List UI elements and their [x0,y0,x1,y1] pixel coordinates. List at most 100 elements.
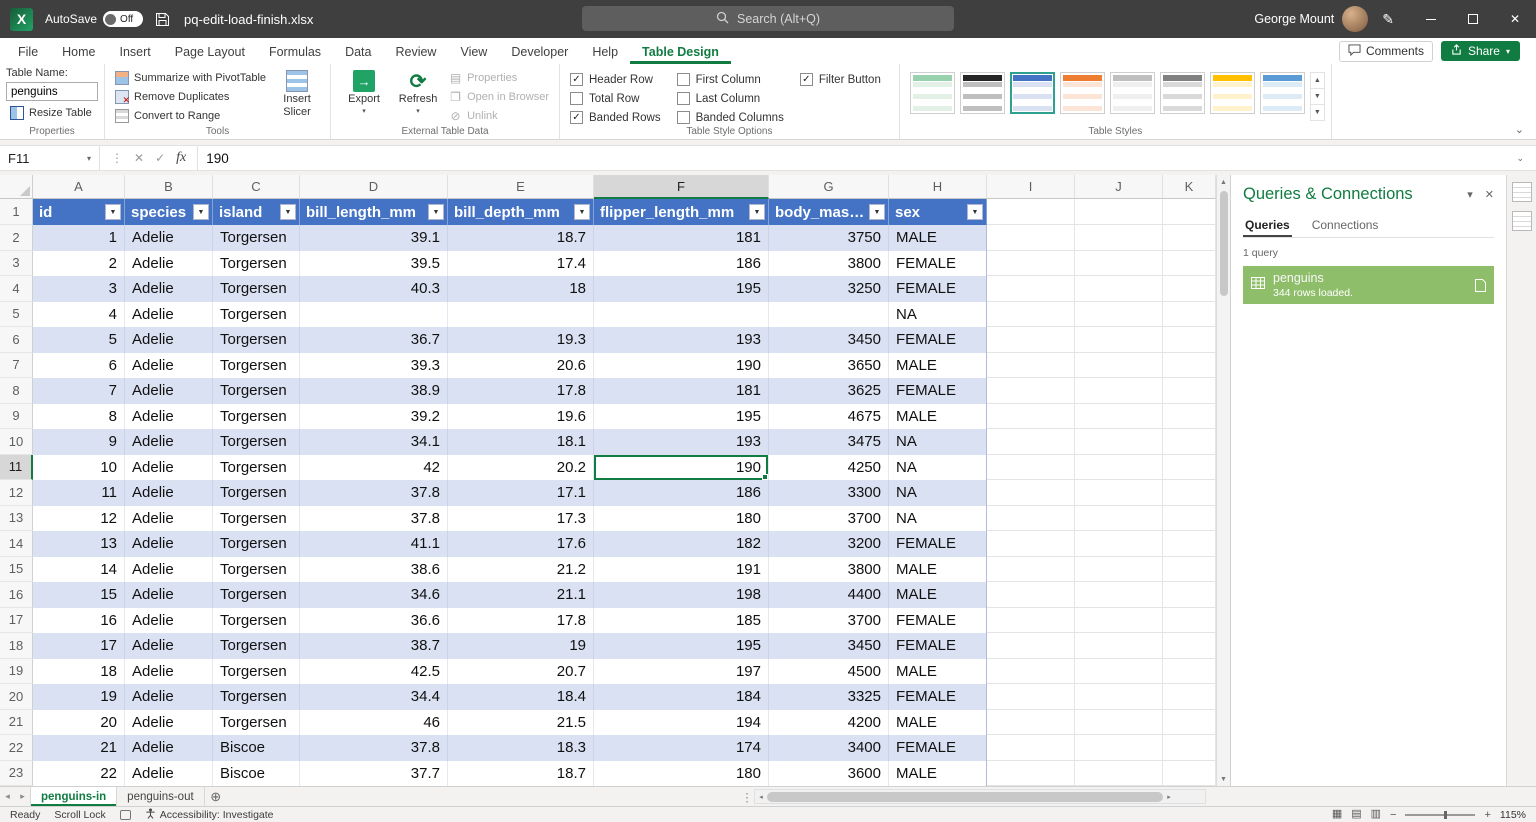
cell-E12[interactable]: 17.1 [448,480,594,506]
empty-cell[interactable] [1163,735,1216,761]
empty-cell[interactable] [1075,327,1163,353]
empty-cell[interactable] [987,633,1075,659]
gallery-scroll-up-icon[interactable]: ▲ [1311,73,1324,89]
task-pane-toggle-icon-2[interactable] [1512,211,1532,231]
cell-H8[interactable]: FEMALE [889,378,987,404]
tab-connections[interactable]: Connections [1310,218,1381,237]
name-box[interactable]: F11 ▾ [0,146,100,170]
cell-A10[interactable]: 9 [33,429,125,455]
empty-cell[interactable] [1163,378,1216,404]
row-header-3[interactable]: 3 [0,251,33,277]
cell-D17[interactable]: 36.6 [300,608,448,634]
column-header-G[interactable]: G [769,175,889,199]
cell-C12[interactable]: Torgersen [213,480,300,506]
empty-cell[interactable] [1075,404,1163,430]
select-all-corner[interactable] [0,175,33,199]
cell-G11[interactable]: 4250 [769,455,889,481]
cell-F12[interactable]: 186 [594,480,769,506]
table-style-thumb[interactable] [1210,72,1255,114]
cell-C17[interactable]: Torgersen [213,608,300,634]
cell-A5[interactable]: 4 [33,302,125,328]
filter-button[interactable]: ▼ [428,204,444,220]
cell-G5[interactable] [769,302,889,328]
cell-G17[interactable]: 3700 [769,608,889,634]
empty-cell[interactable] [1163,276,1216,302]
empty-cell[interactable] [987,429,1075,455]
cell-A2[interactable]: 1 [33,225,125,251]
column-header-K[interactable]: K [1163,175,1216,199]
cell-H12[interactable]: NA [889,480,987,506]
cell-C14[interactable]: Torgersen [213,531,300,557]
cell-C21[interactable]: Torgersen [213,710,300,736]
cell-F10[interactable]: 193 [594,429,769,455]
cell-H21[interactable]: MALE [889,710,987,736]
cell-F17[interactable]: 185 [594,608,769,634]
cell-G18[interactable]: 3450 [769,633,889,659]
new-sheet-button[interactable]: ⊕ [205,787,227,806]
cell-A21[interactable]: 20 [33,710,125,736]
empty-cell[interactable] [1075,557,1163,583]
cell-E6[interactable]: 19.3 [448,327,594,353]
cell-A7[interactable]: 6 [33,353,125,379]
gallery-scroll-down-icon[interactable]: ▼ [1311,89,1324,105]
cell-C9[interactable]: Torgersen [213,404,300,430]
column-header-I[interactable]: I [987,175,1075,199]
cell-D23[interactable]: 37.7 [300,761,448,787]
empty-cell[interactable] [987,582,1075,608]
autosave-control[interactable]: AutoSave Off [45,11,143,27]
zoom-slider-knob[interactable] [1444,811,1447,819]
share-button[interactable]: Share ▾ [1441,41,1520,61]
normal-view-icon[interactable]: ▦ [1332,809,1342,820]
cell-H11[interactable]: NA [889,455,987,481]
horizontal-scrollbar[interactable]: ◂ ▸ [754,789,1206,804]
row-header-16[interactable]: 16 [0,582,33,608]
cell-F22[interactable]: 174 [594,735,769,761]
cell-B9[interactable]: Adelie [125,404,213,430]
insert-slicer-button[interactable]: Insert Slicer [270,67,324,118]
cell-C7[interactable]: Torgersen [213,353,300,379]
ribbon-tab-formulas[interactable]: Formulas [257,38,333,64]
empty-cell[interactable] [1075,455,1163,481]
cell-H17[interactable]: FEMALE [889,608,987,634]
cell-D12[interactable]: 37.8 [300,480,448,506]
table-header-cell-flipper_length_mm[interactable]: flipper_length_mm▼ [594,199,769,225]
empty-cell[interactable] [1163,659,1216,685]
empty-cell[interactable] [1163,684,1216,710]
cell-E8[interactable]: 17.8 [448,378,594,404]
empty-cell[interactable] [987,659,1075,685]
cell-H18[interactable]: FEMALE [889,633,987,659]
cell-H22[interactable]: FEMALE [889,735,987,761]
row-header-9[interactable]: 9 [0,404,33,430]
macro-record-icon[interactable] [120,810,131,820]
cell-E11[interactable]: 20.2 [448,455,594,481]
cell-H7[interactable]: MALE [889,353,987,379]
cell-E15[interactable]: 21.2 [448,557,594,583]
excel-logo-icon[interactable]: X [10,8,33,31]
name-box-dropdown-icon[interactable]: ▾ [87,154,91,163]
cell-F23[interactable]: 180 [594,761,769,787]
empty-cell[interactable] [987,761,1075,787]
empty-cell[interactable] [987,455,1075,481]
style-option-header-row[interactable]: ✓Header Row [570,73,661,86]
cell-D3[interactable]: 39.5 [300,251,448,277]
style-option-last-column[interactable]: Last Column [677,92,784,105]
cell-E16[interactable]: 21.1 [448,582,594,608]
table-style-thumb[interactable] [910,72,955,114]
table-style-thumb[interactable] [1110,72,1155,114]
comments-button[interactable]: Comments [1339,41,1433,62]
cell-C10[interactable]: Torgersen [213,429,300,455]
cell-C20[interactable]: Torgersen [213,684,300,710]
cell-E22[interactable]: 18.3 [448,735,594,761]
resize-table-button[interactable]: Resize Table [6,104,96,122]
ribbon-tab-help[interactable]: Help [580,38,630,64]
empty-cell[interactable] [1075,659,1163,685]
page-layout-view-icon[interactable]: ▤ [1351,809,1361,820]
cell-F9[interactable]: 195 [594,404,769,430]
cell-C18[interactable]: Torgersen [213,633,300,659]
column-header-D[interactable]: D [300,175,448,199]
row-header-10[interactable]: 10 [0,429,33,455]
cell-A8[interactable]: 7 [33,378,125,404]
cell-D20[interactable]: 34.4 [300,684,448,710]
cell-D8[interactable]: 38.9 [300,378,448,404]
empty-cell[interactable] [987,710,1075,736]
